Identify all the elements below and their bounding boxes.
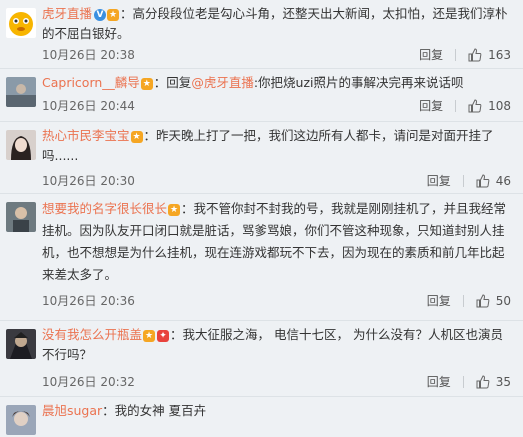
avatar[interactable] [6, 405, 36, 435]
like-count: 50 [495, 293, 511, 308]
comment-text: ：回复 [153, 75, 192, 90]
comment-body: 热心市民李宝宝 ★ ：昨天晚上打了一把，我们这边所有人都卡，请问是对面开挂了吗...… [42, 126, 511, 166]
comment-meta: 10月26日 20:36 回复 50 [42, 292, 511, 310]
timestamp: 10月26日 20:44 [42, 99, 135, 113]
divider [462, 294, 464, 307]
comment-body: 虎牙直播 V ★ ：高分段段位老是勾心斗角，还整天出大新闻，太扣怕，还是我们淳朴的不屈… [42, 4, 511, 44]
comment-list: 虎牙直播 V ★ ：高分段段位老是勾心斗角，还整天出大新闻，太扣怕，还是我们淳朴的不屈… [0, 0, 523, 437]
avatar[interactable] [6, 329, 36, 359]
username[interactable]: 虎牙直播 [42, 6, 92, 21]
like-button[interactable]: 46 [476, 174, 511, 188]
comment-meta: 10月26日 20:30 回复 46 [42, 172, 511, 190]
like-button[interactable]: 163 [468, 48, 511, 62]
divider [455, 48, 457, 61]
username[interactable]: 没有我怎么开瓶盖 [42, 327, 142, 342]
level-badge-icon: ★ [130, 130, 143, 143]
fan-badge-icon: ✦ [157, 329, 170, 342]
avatar[interactable] [6, 8, 36, 38]
username[interactable]: 想要我的名字很长很长 [42, 201, 167, 216]
like-count: 46 [495, 173, 511, 188]
comment-actions: 回复 35 [427, 373, 511, 390]
thumbs-up-icon [476, 293, 490, 307]
comment-body: 没有我怎么开瓶盖 ★ ✦ ：我大征服之海， 电信十七区， 为什么没有？人机区也演员不行… [42, 325, 511, 365]
comment-meta: 10月26日 20:32 回复 35 [42, 373, 511, 391]
username[interactable]: 热心市民李宝宝 [42, 128, 130, 143]
comment-meta: 10月26日 20:44 回复 108 [42, 97, 511, 115]
comment-item: 热心市民李宝宝 ★ ：昨天晚上打了一把，我们这边所有人都卡，请问是对面开挂了吗...… [0, 122, 523, 194]
timestamp: 10月26日 20:36 [42, 294, 135, 308]
reply-button[interactable]: 回复 [427, 292, 451, 309]
timestamp: 10月26日 20:30 [42, 174, 135, 188]
comment-text: :你把烧uzi照片的事解决完再来说话呗 [253, 75, 464, 90]
comment-actions: 回复 46 [427, 172, 511, 189]
thumbs-up-icon [476, 173, 490, 187]
comment-actions: 回复 108 [419, 97, 511, 114]
comment-meta: 10月26日 20:38 回复 163 [42, 46, 511, 64]
reply-button[interactable]: 回复 [427, 373, 451, 390]
comment-item: Capricorn__麟导 ★ ：回复@虎牙直播:你把烧uzi照片的事解决完再来说话… [0, 69, 523, 122]
like-button[interactable]: 50 [476, 294, 511, 308]
level-badge-icon: ★ [168, 203, 181, 216]
verified-icon: V [94, 8, 107, 21]
divider [455, 99, 457, 112]
reply-button[interactable]: 回复 [419, 97, 443, 114]
comment-item: 没有我怎么开瓶盖 ★ ✦ ：我大征服之海， 电信十七区， 为什么没有？人机区也演员不行… [0, 321, 523, 397]
thumbs-up-icon [468, 47, 482, 61]
divider [462, 174, 464, 187]
like-count: 163 [488, 47, 511, 62]
comment-body: 晨旭sugar：我的女神 夏百卉 [42, 401, 511, 421]
comment-item: 想要我的名字很长很长 ★ ：我不管你封不封我的号，我就是刚刚挂机了，并且我经常挂机。… [0, 194, 523, 321]
level-badge-icon: ★ [140, 77, 153, 90]
timestamp: 10月26日 20:32 [42, 375, 135, 389]
avatar[interactable] [6, 130, 36, 160]
divider [462, 375, 464, 388]
like-count: 35 [495, 374, 511, 389]
avatar[interactable] [6, 202, 36, 232]
thumbs-up-icon [476, 374, 490, 388]
level-badge-icon: ★ [143, 329, 156, 342]
like-button[interactable]: 35 [476, 375, 511, 389]
like-button[interactable]: 108 [468, 99, 511, 113]
reply-button[interactable]: 回复 [427, 172, 451, 189]
mention-link[interactable]: @虎牙直播 [191, 75, 254, 90]
level-badge-icon: ★ [107, 8, 120, 21]
comment-actions: 回复 50 [427, 292, 511, 309]
comment-item: 虎牙直播 V ★ ：高分段段位老是勾心斗角，还整天出大新闻，太扣怕，还是我们淳朴的不屈… [0, 0, 523, 69]
comment-body: 想要我的名字很长很长 ★ ：我不管你封不封我的号，我就是刚刚挂机了，并且我经常挂机。… [42, 198, 511, 286]
username[interactable]: Capricorn__麟导 [42, 75, 140, 90]
thumbs-up-icon [468, 98, 482, 112]
reply-button[interactable]: 回复 [419, 46, 443, 63]
comment-body: Capricorn__麟导 ★ ：回复@虎牙直播:你把烧uzi照片的事解决完再来说话… [42, 73, 511, 93]
avatar[interactable] [6, 77, 36, 107]
timestamp: 10月26日 20:38 [42, 48, 135, 62]
like-count: 108 [488, 98, 511, 113]
username[interactable]: 晨旭sugar [42, 403, 102, 418]
comment-item: 晨旭sugar：我的女神 夏百卉 [0, 397, 523, 437]
comment-text: ：我的女神 夏百卉 [102, 403, 207, 418]
comment-actions: 回复 163 [419, 46, 511, 63]
